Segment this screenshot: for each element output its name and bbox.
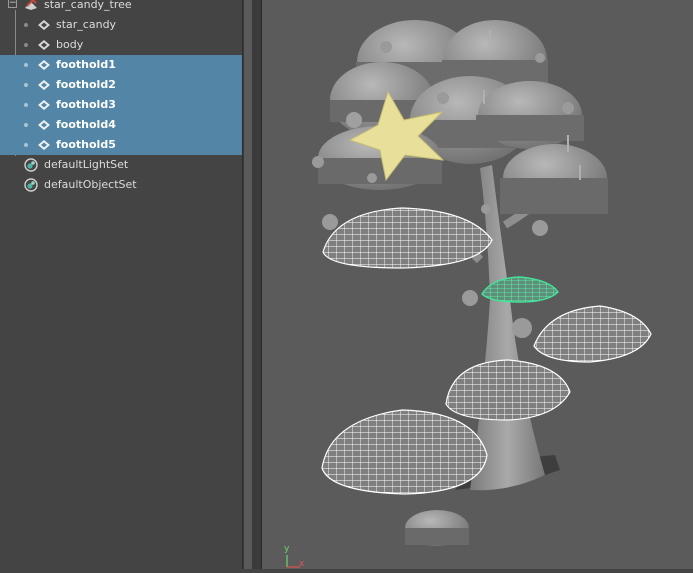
hierarchy-dot xyxy=(24,43,28,47)
foothold2-wireframe xyxy=(445,359,571,421)
scene-render xyxy=(312,20,652,546)
outliner-item-label: star_candy_tree xyxy=(44,0,132,11)
set-icon xyxy=(24,178,38,192)
hierarchy-dot xyxy=(24,143,28,147)
set-icon xyxy=(24,158,38,172)
mesh-transform-icon xyxy=(38,80,50,90)
collapse-toggle-icon[interactable]: − xyxy=(8,0,17,8)
mesh-transform-icon xyxy=(38,40,50,50)
foothold3-wireframe xyxy=(533,305,652,363)
outliner-item-label: defaultLightSet xyxy=(44,158,129,171)
outliner-item-star-candy-tree[interactable]: − star_candy_tree xyxy=(0,0,242,15)
hierarchy-dot xyxy=(24,103,28,107)
outliner-item-body[interactable]: body xyxy=(0,35,242,55)
mesh-transform-icon xyxy=(38,140,50,150)
outliner-item-star-candy[interactable]: star_candy xyxy=(0,15,242,35)
hierarchy-dot xyxy=(24,83,28,87)
outliner-item-label: foothold1 xyxy=(56,58,116,71)
outliner-item-label: defaultObjectSet xyxy=(44,178,137,191)
outliner-item-foothold3[interactable]: foothold3 xyxy=(0,95,242,115)
axis-label-y: y xyxy=(284,544,290,554)
foothold5-wireframe xyxy=(322,207,493,269)
hierarchy-dot xyxy=(24,63,28,67)
outliner-item-foothold4[interactable]: foothold4 xyxy=(0,115,242,135)
outliner-item-default-light-set[interactable]: defaultLightSet xyxy=(0,155,242,175)
mesh-transform-icon xyxy=(38,120,50,130)
outliner-item-label: foothold5 xyxy=(56,138,116,151)
outliner-item-foothold1[interactable]: foothold1 xyxy=(0,55,242,75)
view-axis-indicator: y x xyxy=(268,544,308,569)
hierarchy-dot xyxy=(24,123,28,127)
outliner-item-label: star_candy xyxy=(56,18,117,31)
mesh-transform-icon xyxy=(38,60,50,70)
outliner-item-label: body xyxy=(56,38,84,51)
outliner-item-label: foothold3 xyxy=(56,98,116,111)
panel-divider[interactable] xyxy=(252,0,262,569)
outliner-item-foothold5[interactable]: foothold5 xyxy=(0,135,242,155)
axis-label-x: x xyxy=(299,559,305,569)
hierarchy-dot xyxy=(24,23,28,27)
outliner-item-foothold2[interactable]: foothold2 xyxy=(0,75,242,95)
mesh-transform-icon xyxy=(38,100,50,110)
group-transform-icon xyxy=(25,0,37,10)
outliner-item-default-object-set[interactable]: defaultObjectSet xyxy=(0,175,242,195)
outliner-item-label: foothold2 xyxy=(56,78,116,91)
mesh-transform-icon xyxy=(38,20,50,30)
scrollbar-thumb[interactable] xyxy=(244,0,252,569)
outliner-item-label: foothold4 xyxy=(56,118,116,131)
outliner-panel: − star_candy_tree star_candy body footho… xyxy=(0,0,242,569)
3d-viewport[interactable] xyxy=(262,0,693,569)
foothold1-wireframe xyxy=(321,409,488,495)
